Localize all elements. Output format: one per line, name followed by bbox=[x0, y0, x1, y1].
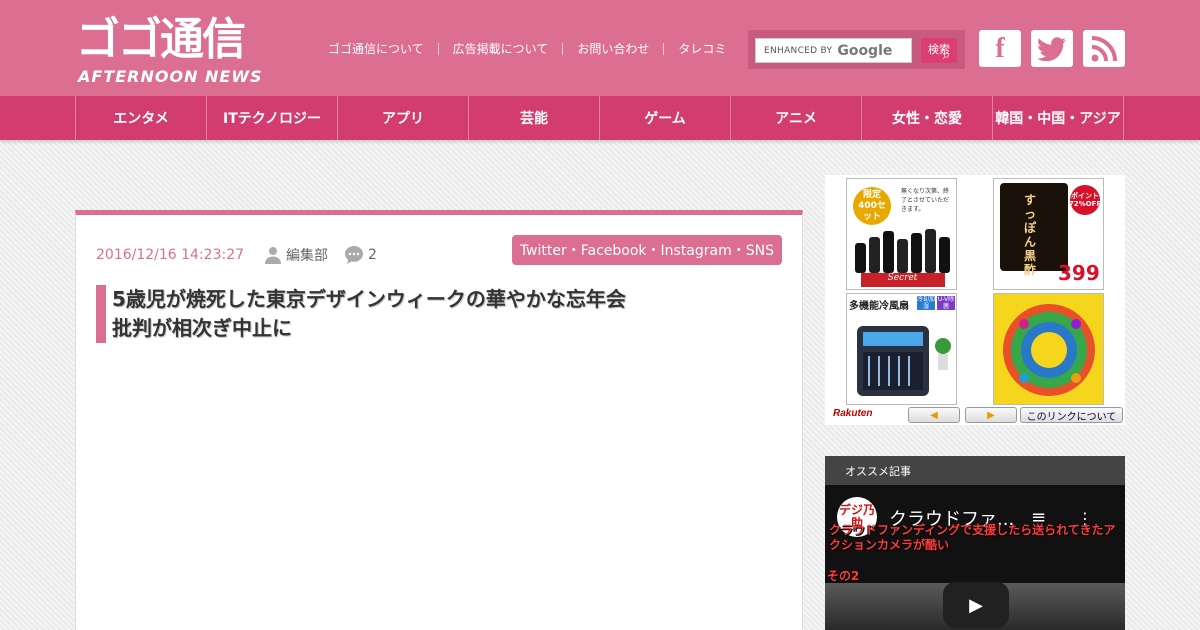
rakuten-logo: Rakuten bbox=[833, 408, 873, 419]
nav-item-games[interactable]: ゲーム bbox=[600, 96, 731, 140]
comment-count: 2 bbox=[368, 247, 377, 263]
person-icon bbox=[265, 247, 282, 264]
logo-sub-text: AFTERNOON NEWS bbox=[78, 67, 263, 86]
header-link-about[interactable]: ゴゴ通信について bbox=[314, 40, 438, 57]
ad-product-1-note: 無くなり次第、終了とさせていただきます。 bbox=[901, 188, 950, 213]
nav-item-apps[interactable]: アプリ bbox=[338, 96, 469, 140]
article-title-line1: 5歳児が焼死した東京デザインウィークの華やかな忘年会 bbox=[112, 287, 626, 311]
ad-product-2-price: 399 bbox=[1058, 261, 1100, 285]
play-icon[interactable]: ▶ bbox=[943, 582, 1009, 628]
nav-item-women-love[interactable]: 女性・恋愛 bbox=[862, 96, 993, 140]
recommended-header: オススメ記事 bbox=[825, 456, 1125, 485]
ad-product-3-title: 多機能冷風扇 bbox=[849, 301, 909, 312]
comment-bubble-icon bbox=[345, 246, 364, 264]
nav-item-it-technology[interactable]: ITテクノロジー bbox=[207, 96, 338, 140]
category-tag[interactable]: Twitter・Facebook・Instagram・SNS bbox=[511, 235, 782, 265]
video-caption-part: その2 bbox=[827, 569, 860, 583]
main-nav: エンタメ ITテクノロジー アプリ 芸能 ゲーム アニメ 女性・恋愛 韓国・中国… bbox=[0, 96, 1200, 140]
search-enhanced-label: ENHANCED BY bbox=[764, 45, 833, 56]
ad-about-link[interactable]: このリンクについて bbox=[1020, 407, 1123, 423]
search-box: ENHANCED BY Google 検索 ⌕ bbox=[748, 30, 965, 69]
twitter-icon[interactable] bbox=[1031, 30, 1073, 67]
ad-product-1-label: Secret bbox=[887, 273, 918, 283]
ad-product-3-tag-1: 冷却加湿 bbox=[917, 296, 936, 310]
article-author[interactable]: 編集部 bbox=[264, 245, 328, 265]
site-header: ゴゴ通信 AFTERNOON NEWS ゴゴ通信について 広告掲載について お問… bbox=[0, 0, 1200, 96]
ad-prev-button[interactable]: ◀ bbox=[908, 407, 960, 423]
rss-icon[interactable] bbox=[1083, 30, 1125, 67]
rakuten-ad: 限定400セット 無くなり次第、終了とさせていただきます。 Secret すっぽ… bbox=[825, 175, 1125, 425]
header-link-tip[interactable]: タレコミ bbox=[664, 40, 740, 57]
ad-product-1[interactable]: 限定400セット 無くなり次第、終了とさせていただきます。 Secret bbox=[846, 178, 957, 290]
nav-item-asia[interactable]: 韓国・中国・アジア bbox=[993, 96, 1124, 140]
ad-product-3[interactable]: 多機能冷風扇 冷却加湿 U-V除菌 bbox=[846, 293, 957, 405]
header-links: ゴゴ通信について 広告掲載について お問い合わせ タレコミ bbox=[314, 40, 740, 57]
nav-item-celebrity[interactable]: 芸能 bbox=[469, 96, 600, 140]
ad-product-3-image bbox=[857, 326, 951, 396]
nav-item-anime[interactable]: アニメ bbox=[731, 96, 862, 140]
facebook-icon[interactable]: f bbox=[979, 30, 1021, 67]
article-meta: 2016/12/16 14:23:27 編集部 2 bbox=[96, 245, 377, 265]
search-icon: ⌕ bbox=[942, 48, 950, 63]
article-card: 2016/12/16 14:23:27 編集部 2 Twitter・Facebo… bbox=[75, 210, 803, 630]
ad-footer: Rakuten ◀ ▶ このリンクについて bbox=[825, 405, 1125, 425]
article-date: 2016/12/16 14:23:27 bbox=[96, 247, 245, 263]
nav-items: エンタメ ITテクノロジー アプリ 芸能 ゲーム アニメ 女性・恋愛 韓国・中国… bbox=[75, 96, 1124, 140]
ad-product-2[interactable]: すっぽん黒酢 ポイント72%OFF 399 bbox=[993, 178, 1104, 290]
author-name: 編集部 bbox=[286, 248, 329, 264]
site-logo[interactable]: ゴゴ通信 AFTERNOON NEWS bbox=[76, 12, 308, 88]
article-title-line2: 批判が相次ぎ中止に bbox=[112, 316, 292, 340]
article-comments[interactable]: 2 bbox=[344, 245, 377, 265]
ad-product-2-name: すっぽん黒酢 bbox=[1024, 193, 1037, 277]
ad-next-button[interactable]: ▶ bbox=[965, 407, 1017, 423]
logo-main-text: ゴゴ通信 bbox=[76, 14, 246, 65]
ad-product-4[interactable] bbox=[993, 293, 1104, 405]
search-button[interactable]: 検索 ⌕ bbox=[921, 38, 957, 63]
google-label: Google bbox=[837, 42, 893, 59]
article-title: 5歳児が焼死した東京デザインウィークの華やかな忘年会 批判が相次ぎ中止に bbox=[96, 285, 786, 343]
nav-item-entertainment[interactable]: エンタメ bbox=[76, 96, 207, 140]
ad-product-4-image bbox=[994, 294, 1103, 404]
search-input[interactable]: ENHANCED BY Google bbox=[755, 38, 912, 63]
header-link-contact[interactable]: お問い合わせ bbox=[563, 40, 663, 57]
ad-badge-limited: 限定400セット bbox=[853, 187, 891, 225]
ad-product-3-tag-2: U-V除菌 bbox=[937, 296, 955, 310]
header-link-advertise[interactable]: 広告掲載について bbox=[439, 40, 563, 57]
ad-product-2-badge: ポイント72%OFF bbox=[1069, 185, 1101, 215]
video-caption: クラウドファンディングで支援したら送られてきたアクションカメラが酷い bbox=[829, 523, 1116, 552]
recommended-video[interactable]: デジ乃助 クラウドファ... ≡ ⋮ クラウドファンディングで支援したら送られて… bbox=[825, 485, 1125, 630]
